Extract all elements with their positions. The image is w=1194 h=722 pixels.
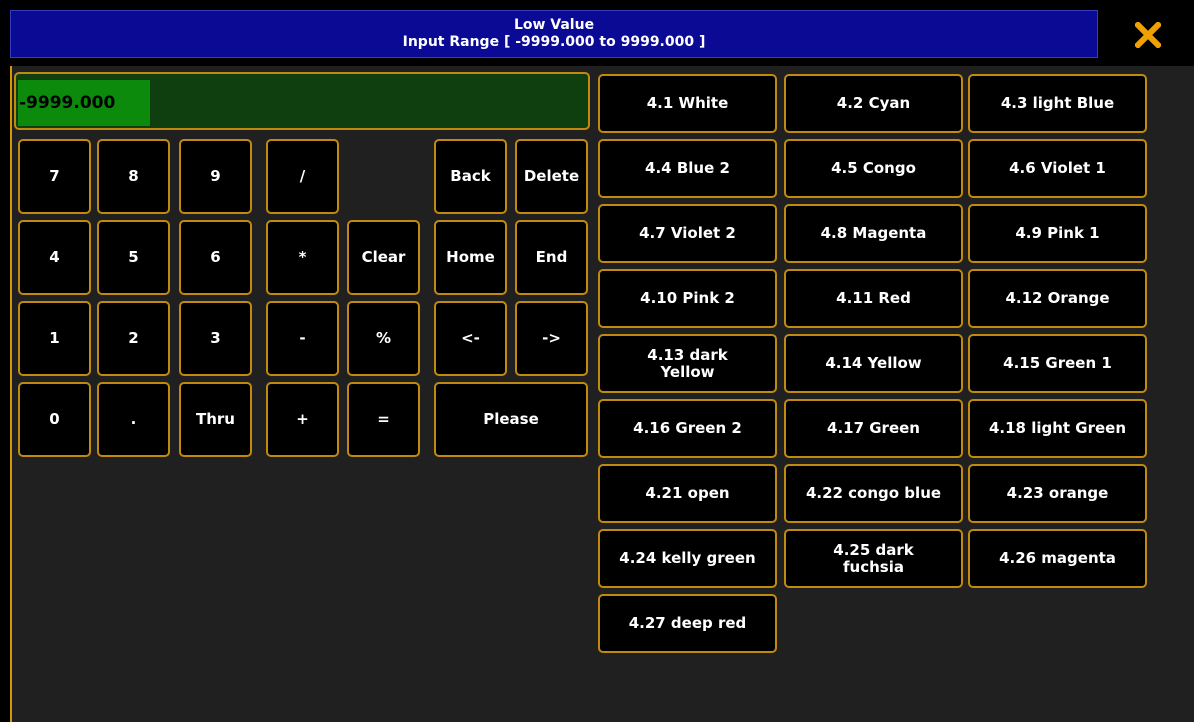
preset-4-2-button[interactable]: 4.2 Cyan	[784, 74, 963, 133]
key-6[interactable]: 6	[179, 220, 252, 295]
preset-4-5-button[interactable]: 4.5 Congo	[784, 139, 963, 198]
preset-4-23-button[interactable]: 4.23 orange	[968, 464, 1147, 523]
preset-4-8-button[interactable]: 4.8 Magenta	[784, 204, 963, 263]
preset-4-12-button[interactable]: 4.12 Orange	[968, 269, 1147, 328]
thru-button[interactable]: Thru	[179, 382, 252, 457]
home-button[interactable]: Home	[434, 220, 507, 295]
end-button[interactable]: End	[515, 220, 588, 295]
cursor-left-button[interactable]: <-	[434, 301, 507, 376]
preset-4-25-button[interactable]: 4.25 dark fuchsia	[784, 529, 963, 588]
key-equals[interactable]: =	[347, 382, 420, 457]
dialog-subtitle: Input Range [ -9999.000 to 9999.000 ]	[402, 34, 706, 50]
key-0[interactable]: 0	[18, 382, 91, 457]
preset-4-27-button[interactable]: 4.27 deep red	[598, 594, 777, 653]
preset-4-7-button[interactable]: 4.7 Violet 2	[598, 204, 777, 263]
key-9[interactable]: 9	[179, 139, 252, 214]
dialog-title: Low Value	[513, 17, 595, 33]
cursor-right-button[interactable]: ->	[515, 301, 588, 376]
preset-4-14-button[interactable]: 4.14 Yellow	[784, 334, 963, 393]
preset-4-17-button[interactable]: 4.17 Green	[784, 399, 963, 458]
preset-4-15-button[interactable]: 4.15 Green 1	[968, 334, 1147, 393]
key-7[interactable]: 7	[18, 139, 91, 214]
key-plus[interactable]: +	[266, 382, 339, 457]
key-divide[interactable]: /	[266, 139, 339, 214]
clear-button[interactable]: Clear	[347, 220, 420, 295]
delete-button[interactable]: Delete	[515, 139, 588, 214]
preset-4-18-button[interactable]: 4.18 light Green	[968, 399, 1147, 458]
preset-4-10-button[interactable]: 4.10 Pink 2	[598, 269, 777, 328]
preset-4-6-button[interactable]: 4.6 Violet 1	[968, 139, 1147, 198]
key-1[interactable]: 1	[18, 301, 91, 376]
key-decimal-point[interactable]: .	[97, 382, 170, 457]
preset-4-26-button[interactable]: 4.26 magenta	[968, 529, 1147, 588]
key-4[interactable]: 4	[18, 220, 91, 295]
value-input[interactable]: -9999.000	[14, 72, 590, 130]
close-button[interactable]	[1102, 10, 1194, 60]
preset-4-16-button[interactable]: 4.16 Green 2	[598, 399, 777, 458]
preset-4-13-button[interactable]: 4.13 dark Yellow	[598, 334, 777, 393]
preset-4-4-button[interactable]: 4.4 Blue 2	[598, 139, 777, 198]
preset-4-21-button[interactable]: 4.21 open	[598, 464, 777, 523]
key-5[interactable]: 5	[97, 220, 170, 295]
key-3[interactable]: 3	[179, 301, 252, 376]
preset-4-9-button[interactable]: 4.9 Pink 1	[968, 204, 1147, 263]
back-button[interactable]: Back	[434, 139, 507, 214]
key-minus[interactable]: -	[266, 301, 339, 376]
key-percent[interactable]: %	[347, 301, 420, 376]
value-input-text: -9999.000	[18, 80, 150, 126]
close-x-icon	[1135, 22, 1161, 48]
key-8[interactable]: 8	[97, 139, 170, 214]
preset-4-24-button[interactable]: 4.24 kelly green	[598, 529, 777, 588]
key-2[interactable]: 2	[97, 301, 170, 376]
dialog-title-bar: Low Value Input Range [ -9999.000 to 999…	[10, 10, 1098, 58]
preset-4-1-button[interactable]: 4.1 White	[598, 74, 777, 133]
please-button[interactable]: Please	[434, 382, 588, 457]
key-multiply[interactable]: *	[266, 220, 339, 295]
preset-4-22-button[interactable]: 4.22 congo blue	[784, 464, 963, 523]
preset-4-3-button[interactable]: 4.3 light Blue	[968, 74, 1147, 133]
preset-4-11-button[interactable]: 4.11 Red	[784, 269, 963, 328]
